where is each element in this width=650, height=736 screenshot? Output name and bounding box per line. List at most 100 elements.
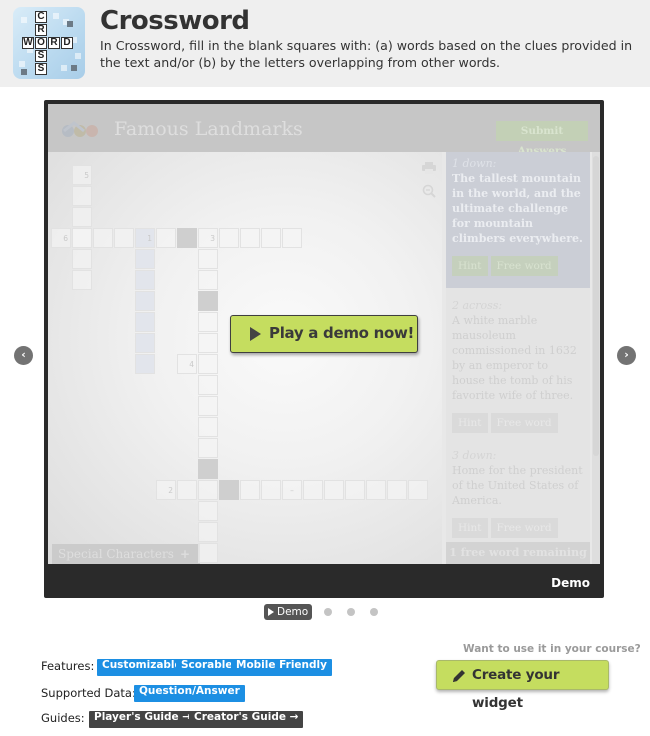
clue-scrollbar[interactable] (592, 152, 600, 564)
grid-cell[interactable] (198, 249, 218, 269)
clue-text: The tallest mountain in the world, and t… (452, 172, 583, 245)
play-icon (250, 327, 261, 341)
logo-letter: W (22, 37, 34, 49)
grid-cell[interactable] (135, 270, 155, 290)
clue-item[interactable]: 3 down: Home for the president of the Un… (446, 444, 590, 542)
feature-tag[interactable]: Mobile Friendly (231, 659, 332, 676)
grid-cell[interactable] (198, 417, 218, 437)
creators-guide-link[interactable]: Creator's Guide → (189, 711, 304, 728)
create-widget-label: Create your widget (472, 667, 560, 711)
grid-cell[interactable] (345, 480, 365, 500)
feature-tag[interactable]: Scorable (176, 659, 238, 676)
scrollbar-thumb[interactable] (593, 156, 599, 456)
free-word-button[interactable]: Free word (490, 518, 558, 538)
grid-cell[interactable] (240, 480, 260, 500)
grid-cell[interactable] (261, 480, 281, 500)
play-demo-button[interactable]: Play a demo now! (230, 315, 418, 353)
clue-item[interactable]: 1 down: The tallest mountain in the worl… (446, 152, 590, 288)
hint-button[interactable]: Hint (452, 413, 488, 433)
zoom-out-icon[interactable] (422, 184, 436, 198)
grid-cell[interactable] (303, 480, 323, 500)
submit-answers-button[interactable]: Submit Answers (496, 121, 588, 157)
logo-tile (71, 65, 77, 71)
pencil-icon (453, 670, 465, 682)
grid-cell[interactable] (114, 228, 134, 248)
carousel-dot[interactable] (347, 608, 355, 616)
hint-button[interactable]: Hint (452, 256, 488, 276)
special-characters-toggle[interactable]: Special Characters + (52, 544, 200, 564)
free-word-button[interactable]: Free word (490, 256, 558, 276)
players-guide-link[interactable]: Player's Guide → (89, 711, 197, 728)
carousel-dot[interactable] (324, 608, 332, 616)
grid-cell[interactable] (324, 480, 344, 500)
indicator-label: Demo (277, 606, 309, 618)
page-title: Crossword (100, 6, 250, 36)
grid-cell[interactable] (366, 480, 386, 500)
grid-cell[interactable] (135, 354, 155, 374)
grid-cell[interactable] (387, 480, 407, 500)
game-title: Famous Landmarks (114, 118, 303, 140)
grid-cell[interactable]: 1 (135, 228, 155, 248)
grid-cell-blank (198, 291, 218, 311)
chevron-right-icon: › (624, 348, 629, 361)
clue-number: 1 down: (452, 157, 497, 170)
grid-cell[interactable]: 5 (72, 165, 92, 185)
grid-cell[interactable] (198, 354, 218, 374)
carousel-prev-button[interactable]: ‹ (14, 346, 33, 365)
grid-cell[interactable]: 4 (177, 354, 197, 374)
free-word-button[interactable]: Free word (490, 413, 558, 433)
grid-cell[interactable] (72, 270, 92, 290)
grid-cell[interactable] (72, 207, 92, 227)
crossword-logo: CROSSWRD (13, 7, 85, 79)
widget-header: CROSSWRD Crossword In Crossword, fill in… (0, 0, 650, 87)
slide-caption: Demo (551, 576, 590, 590)
clue-panel: 1 down: The tallest mountain in the worl… (446, 152, 590, 564)
grid-cell[interactable] (135, 312, 155, 332)
carousel-dot[interactable] (370, 608, 378, 616)
grid-cell[interactable] (198, 543, 218, 563)
grid-cell[interactable] (135, 291, 155, 311)
grid-cell[interactable] (72, 249, 92, 269)
features-label: Features: (41, 659, 95, 673)
carousel-indicator-demo[interactable]: Demo (264, 604, 312, 620)
logo-tile (67, 21, 73, 27)
feature-tag[interactable]: Customizable (97, 659, 187, 676)
grid-cell[interactable] (219, 228, 239, 248)
grid-cell[interactable] (135, 333, 155, 353)
grid-cell[interactable] (198, 501, 218, 521)
grid-cell[interactable] (72, 228, 92, 248)
grid-cell[interactable] (72, 186, 92, 206)
grid-cell[interactable] (282, 228, 302, 248)
grid-cell[interactable] (240, 228, 260, 248)
supported-data-tag[interactable]: Question/Answer (134, 685, 245, 702)
crossword-board[interactable]: Special Characters + 5 6 1 3 4 2 – (48, 152, 442, 564)
logo-tile (61, 65, 67, 71)
grid-cell[interactable] (198, 396, 218, 416)
carousel-next-button[interactable]: › (617, 346, 636, 365)
print-icon[interactable] (422, 162, 436, 174)
grid-cell[interactable] (198, 522, 218, 542)
grid-cell[interactable] (261, 228, 281, 248)
grid-cell[interactable] (156, 228, 176, 248)
clue-item[interactable]: 2 across: A white marble mausoleum commi… (446, 294, 590, 437)
grid-cell[interactable] (135, 249, 155, 269)
grid-cell[interactable] (198, 480, 218, 500)
grid-cell[interactable] (177, 480, 197, 500)
create-widget-button[interactable]: Create your widget (436, 660, 609, 711)
grid-cell[interactable] (93, 228, 113, 248)
logo-tile (75, 53, 81, 59)
clue-text: A white marble mausoleum commissioned in… (452, 314, 577, 402)
grid-cell[interactable] (198, 333, 218, 353)
hint-button[interactable]: Hint (452, 518, 488, 538)
grid-cell[interactable] (198, 375, 218, 395)
grid-cell[interactable]: – (282, 480, 302, 500)
grid-cell[interactable] (198, 438, 218, 458)
grid-cell-blank (219, 480, 239, 500)
grid-cell[interactable] (198, 270, 218, 290)
grid-cell[interactable]: 2 (156, 480, 176, 500)
grid-cell[interactable]: 3 (198, 228, 218, 248)
special-characters-label: Special Characters (58, 547, 174, 561)
grid-cell[interactable] (408, 480, 428, 500)
grid-cell[interactable] (198, 312, 218, 332)
grid-cell[interactable]: 6 (51, 228, 71, 248)
